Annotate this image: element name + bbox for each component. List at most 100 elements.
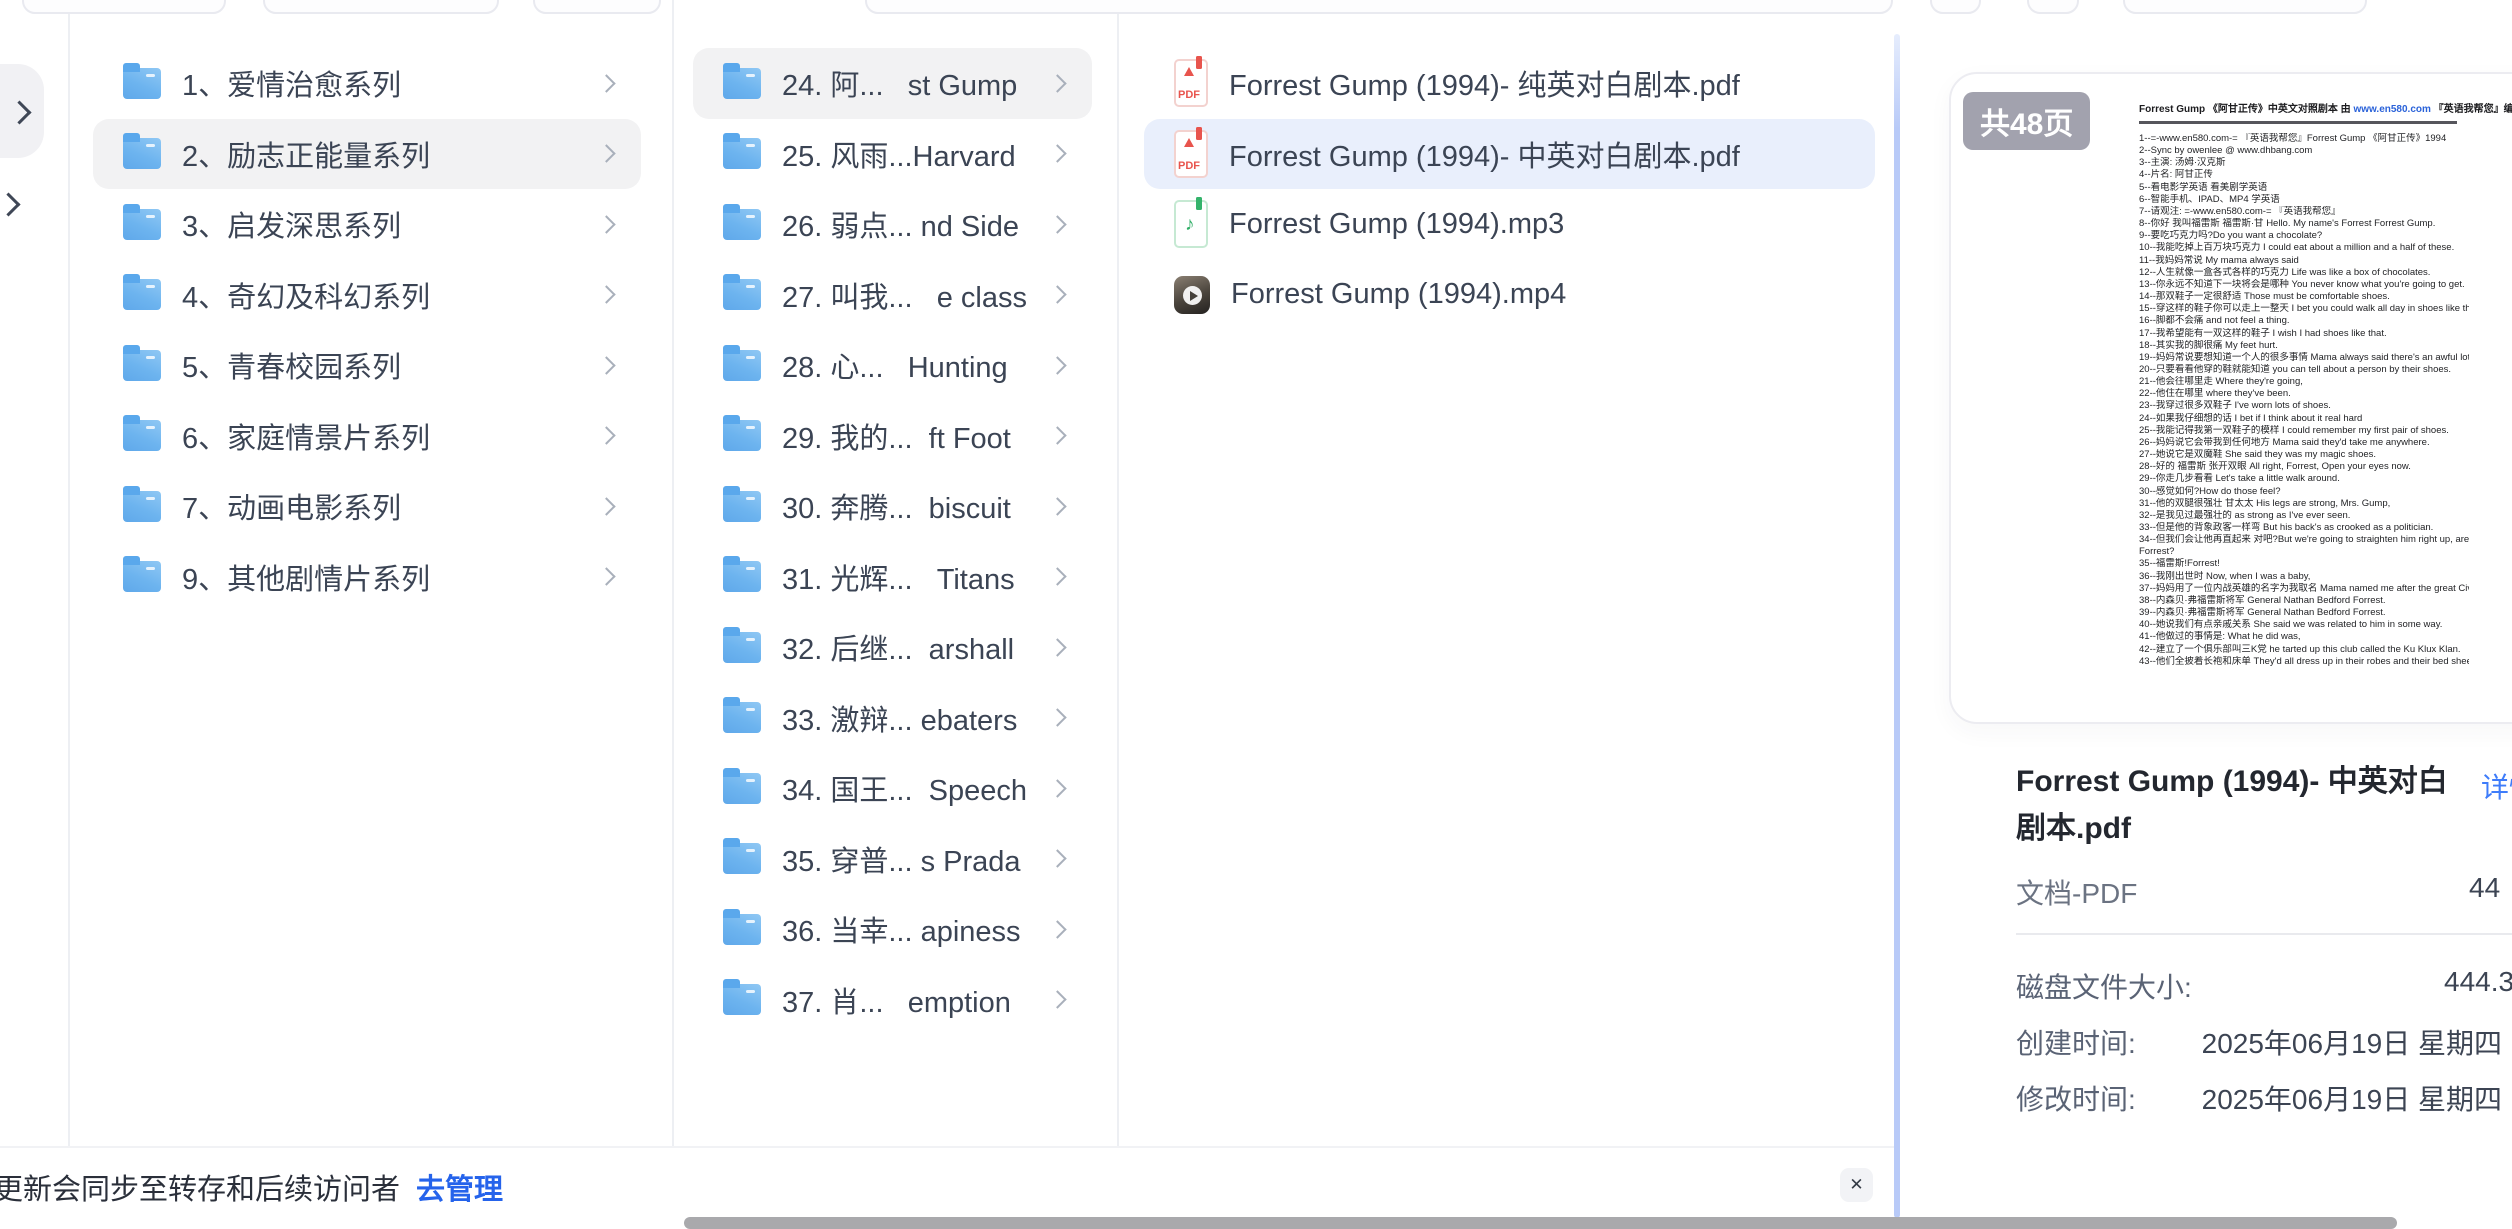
folder-name: 26. 弱点... nd Side <box>782 203 1019 245</box>
close-icon[interactable]: ✕ <box>1840 1168 1873 1202</box>
script-line: 43--他们全披着长袍和床单 They'd all dress up in th… <box>2139 656 2469 668</box>
script-line: 10--我能吃掉上百万块巧克力 I could eat about a mill… <box>2139 242 2469 254</box>
folder-row[interactable]: 35. 穿普... s Prada <box>693 824 1092 895</box>
panel-scrollbar[interactable] <box>1894 34 1900 1218</box>
file-row[interactable]: PDF ♪ Forrest Gump (1994)- 中英对白剧本.pdf <box>1144 119 1875 190</box>
folder-icon <box>723 138 761 169</box>
folder-row[interactable]: 9、其他剧情片系列 <box>93 542 641 613</box>
toolbar-button-remnant <box>22 0 226 14</box>
script-line: 42--建立了一个俱乐部叫三K党 he tarted up this club … <box>2139 644 2469 656</box>
details-divider <box>2016 933 2512 935</box>
folder-icon <box>723 420 761 451</box>
script-line: 2--Sync by owenlee @ www.dhbang.com <box>2139 145 2469 157</box>
script-line: 23--我穿过很多双鞋子 I've worn lots of shoes. <box>2139 400 2469 412</box>
file-row[interactable]: PDF ♪ Forrest Gump (1994).mp3 <box>1144 189 1875 260</box>
folder-row[interactable]: 6、家庭情景片系列 <box>93 401 641 472</box>
folder-name: 33. 激辩... ebaters <box>782 697 1017 739</box>
folder-name: 1、爱情治愈系列 <box>182 62 401 104</box>
folder-row[interactable]: 1、爱情治愈系列 <box>93 48 641 119</box>
script-line: 12--人生就像一盒各式各样的巧克力 Life was like a box o… <box>2139 267 2469 279</box>
column-divider <box>68 0 70 1146</box>
doc-header-link: www.en580.com <box>2353 104 2430 115</box>
folder-name: 30. 奔腾... biscuit <box>782 485 1011 527</box>
folder-row[interactable]: 37. 肖... emption <box>693 965 1092 1036</box>
folder-row[interactable]: 24. 阿... st Gump <box>693 48 1092 119</box>
folder-icon <box>723 632 761 663</box>
file-name: Forrest Gump (1994).mp3 <box>1229 208 1564 241</box>
created-time-value: 2025年06月19日 星期四 <box>2202 1022 2502 1062</box>
folder-icon <box>123 209 161 240</box>
file-row[interactable]: PDF ♪ Forrest Gump (1994).mp4 <box>1144 260 1875 331</box>
script-line: 32--是我见过最强壮的 as strong as I've ever seen… <box>2139 510 2469 522</box>
script-line: 7--请观注: =-www.en580.com-= 『英语我帮您』 <box>2139 206 2469 218</box>
chevron-right-icon <box>1048 497 1066 515</box>
folder-row[interactable]: 5、青春校园系列 <box>93 330 641 401</box>
script-line: 25--我能记得我第一双鞋子的模样 I could remember my fi… <box>2139 425 2469 437</box>
folder-row[interactable]: 30. 奔腾... biscuit <box>693 471 1092 542</box>
folder-row[interactable]: 36. 当幸... apiness <box>693 894 1092 965</box>
folder-icon <box>123 138 161 169</box>
file-type-icon: PDF ♪ <box>1174 59 1208 107</box>
horizontal-scrollbar[interactable] <box>684 1217 2397 1229</box>
folder-row[interactable]: 31. 光辉... Titans <box>693 542 1092 613</box>
collapse-nav-button[interactable] <box>0 64 44 158</box>
folder-icon <box>723 702 761 733</box>
pdf-label: PDF <box>1178 160 1200 172</box>
preview-file-title: Forrest Gump (1994)- 中英对白剧本.pdf <box>2016 758 2468 852</box>
folder-row[interactable]: 34. 国王... Speech <box>693 753 1092 824</box>
script-line: 19--妈妈常说要想知道一个人的很多事情 Mama always said th… <box>2139 352 2469 364</box>
manage-link[interactable]: 去管理 <box>416 1174 503 1206</box>
chevron-right-icon[interactable] <box>0 192 21 216</box>
panel-button-remnant <box>2027 0 2079 14</box>
folder-row[interactable]: 25. 风雨...Harvard <box>693 119 1092 190</box>
chevron-right-icon <box>597 356 615 374</box>
music-note-icon: ♪ <box>1185 214 1195 236</box>
page-count-badge: 共48页 <box>1963 92 2090 150</box>
script-line: 14--那双鞋子一定很舒适 Those must be comfortable … <box>2139 291 2469 303</box>
chevron-right-icon <box>597 145 615 163</box>
column-divider <box>1117 0 1119 1146</box>
folder-name: 34. 国王... Speech <box>782 767 1027 809</box>
folder-row[interactable]: 3、启发深思系列 <box>93 189 641 260</box>
folder-row[interactable]: 28. 心... Hunting <box>693 330 1092 401</box>
file-name: Forrest Gump (1994).mp4 <box>1231 278 1566 311</box>
play-icon <box>1190 291 1198 301</box>
folder-row[interactable]: 27. 叫我... e class <box>693 260 1092 331</box>
folder-row[interactable]: 32. 后继... arshall <box>693 612 1092 683</box>
folder-row[interactable]: 4、奇幻及科幻系列 <box>93 260 641 331</box>
series-folder-list: 1、爱情治愈系列 2、励志正能量系列 3、启发深思系列 4、奇幻及科幻系列 <box>93 48 641 612</box>
preview-card: 共48页 Forrest Gump 《阿甘正传》中英文对照剧本 由 www.en… <box>1949 72 2512 724</box>
folder-row[interactable]: 2、励志正能量系列 <box>93 119 641 190</box>
chevron-right-icon <box>597 286 615 304</box>
file-type-icon: PDF ♪ <box>1174 276 1210 314</box>
toast-message-text: 更新会同步至转存和后续访问者 <box>0 1174 400 1206</box>
file-row[interactable]: PDF ♪ Forrest Gump (1994)- 纯英对白剧本.pdf <box>1144 48 1875 119</box>
folder-icon <box>123 350 161 381</box>
script-line: 21--他会往哪里走 Where they're going, <box>2139 376 2469 388</box>
document-header-rule <box>2139 121 2457 124</box>
folder-icon <box>123 420 161 451</box>
folder-row[interactable]: 29. 我的... ft Foot <box>693 401 1092 472</box>
file-type-label: 文档-PDF <box>2016 872 2137 912</box>
chevron-right-icon <box>1048 286 1066 304</box>
folder-icon <box>723 984 761 1015</box>
folder-name: 2、励志正能量系列 <box>182 133 430 175</box>
folder-icon <box>123 561 161 592</box>
folder-row[interactable]: 33. 激辩... ebaters <box>693 683 1092 754</box>
script-line: 38--内森贝·弗福雷斯将军 General Nathan Bedford Fo… <box>2139 595 2469 607</box>
folder-row[interactable]: 7、动画电影系列 <box>93 471 641 542</box>
script-line: 28--好的 福雷斯 张开双眼 All right, Forrest, Open… <box>2139 461 2469 473</box>
details-link[interactable]: 详情 <box>2481 766 2512 806</box>
folder-name: 31. 光辉... Titans <box>782 556 1015 598</box>
chevron-right-icon <box>597 215 615 233</box>
chevron-right-icon <box>1048 427 1066 445</box>
script-line: 8--你好 我叫福雷斯 福雷斯·甘 Hello. My name's Forre… <box>2139 218 2469 230</box>
folder-name: 6、家庭情景片系列 <box>182 415 430 457</box>
folder-icon <box>723 773 761 804</box>
script-line: 15--穿这样的鞋子你可以走上一整天 I bet you could walk … <box>2139 303 2469 315</box>
script-line: 11--我妈妈常说 My mama always said <box>2139 255 2469 267</box>
script-line: 3--主演: 汤姆·汉克斯 <box>2139 157 2469 169</box>
doc-header-text: Forrest Gump 《阿甘正传》中英文对照剧本 由 <box>2139 104 2353 115</box>
file-manager-screen: 1、爱情治愈系列 2、励志正能量系列 3、启发深思系列 4、奇幻及科幻系列 <box>0 0 2512 1226</box>
folder-row[interactable]: 26. 弱点... nd Side <box>693 189 1092 260</box>
